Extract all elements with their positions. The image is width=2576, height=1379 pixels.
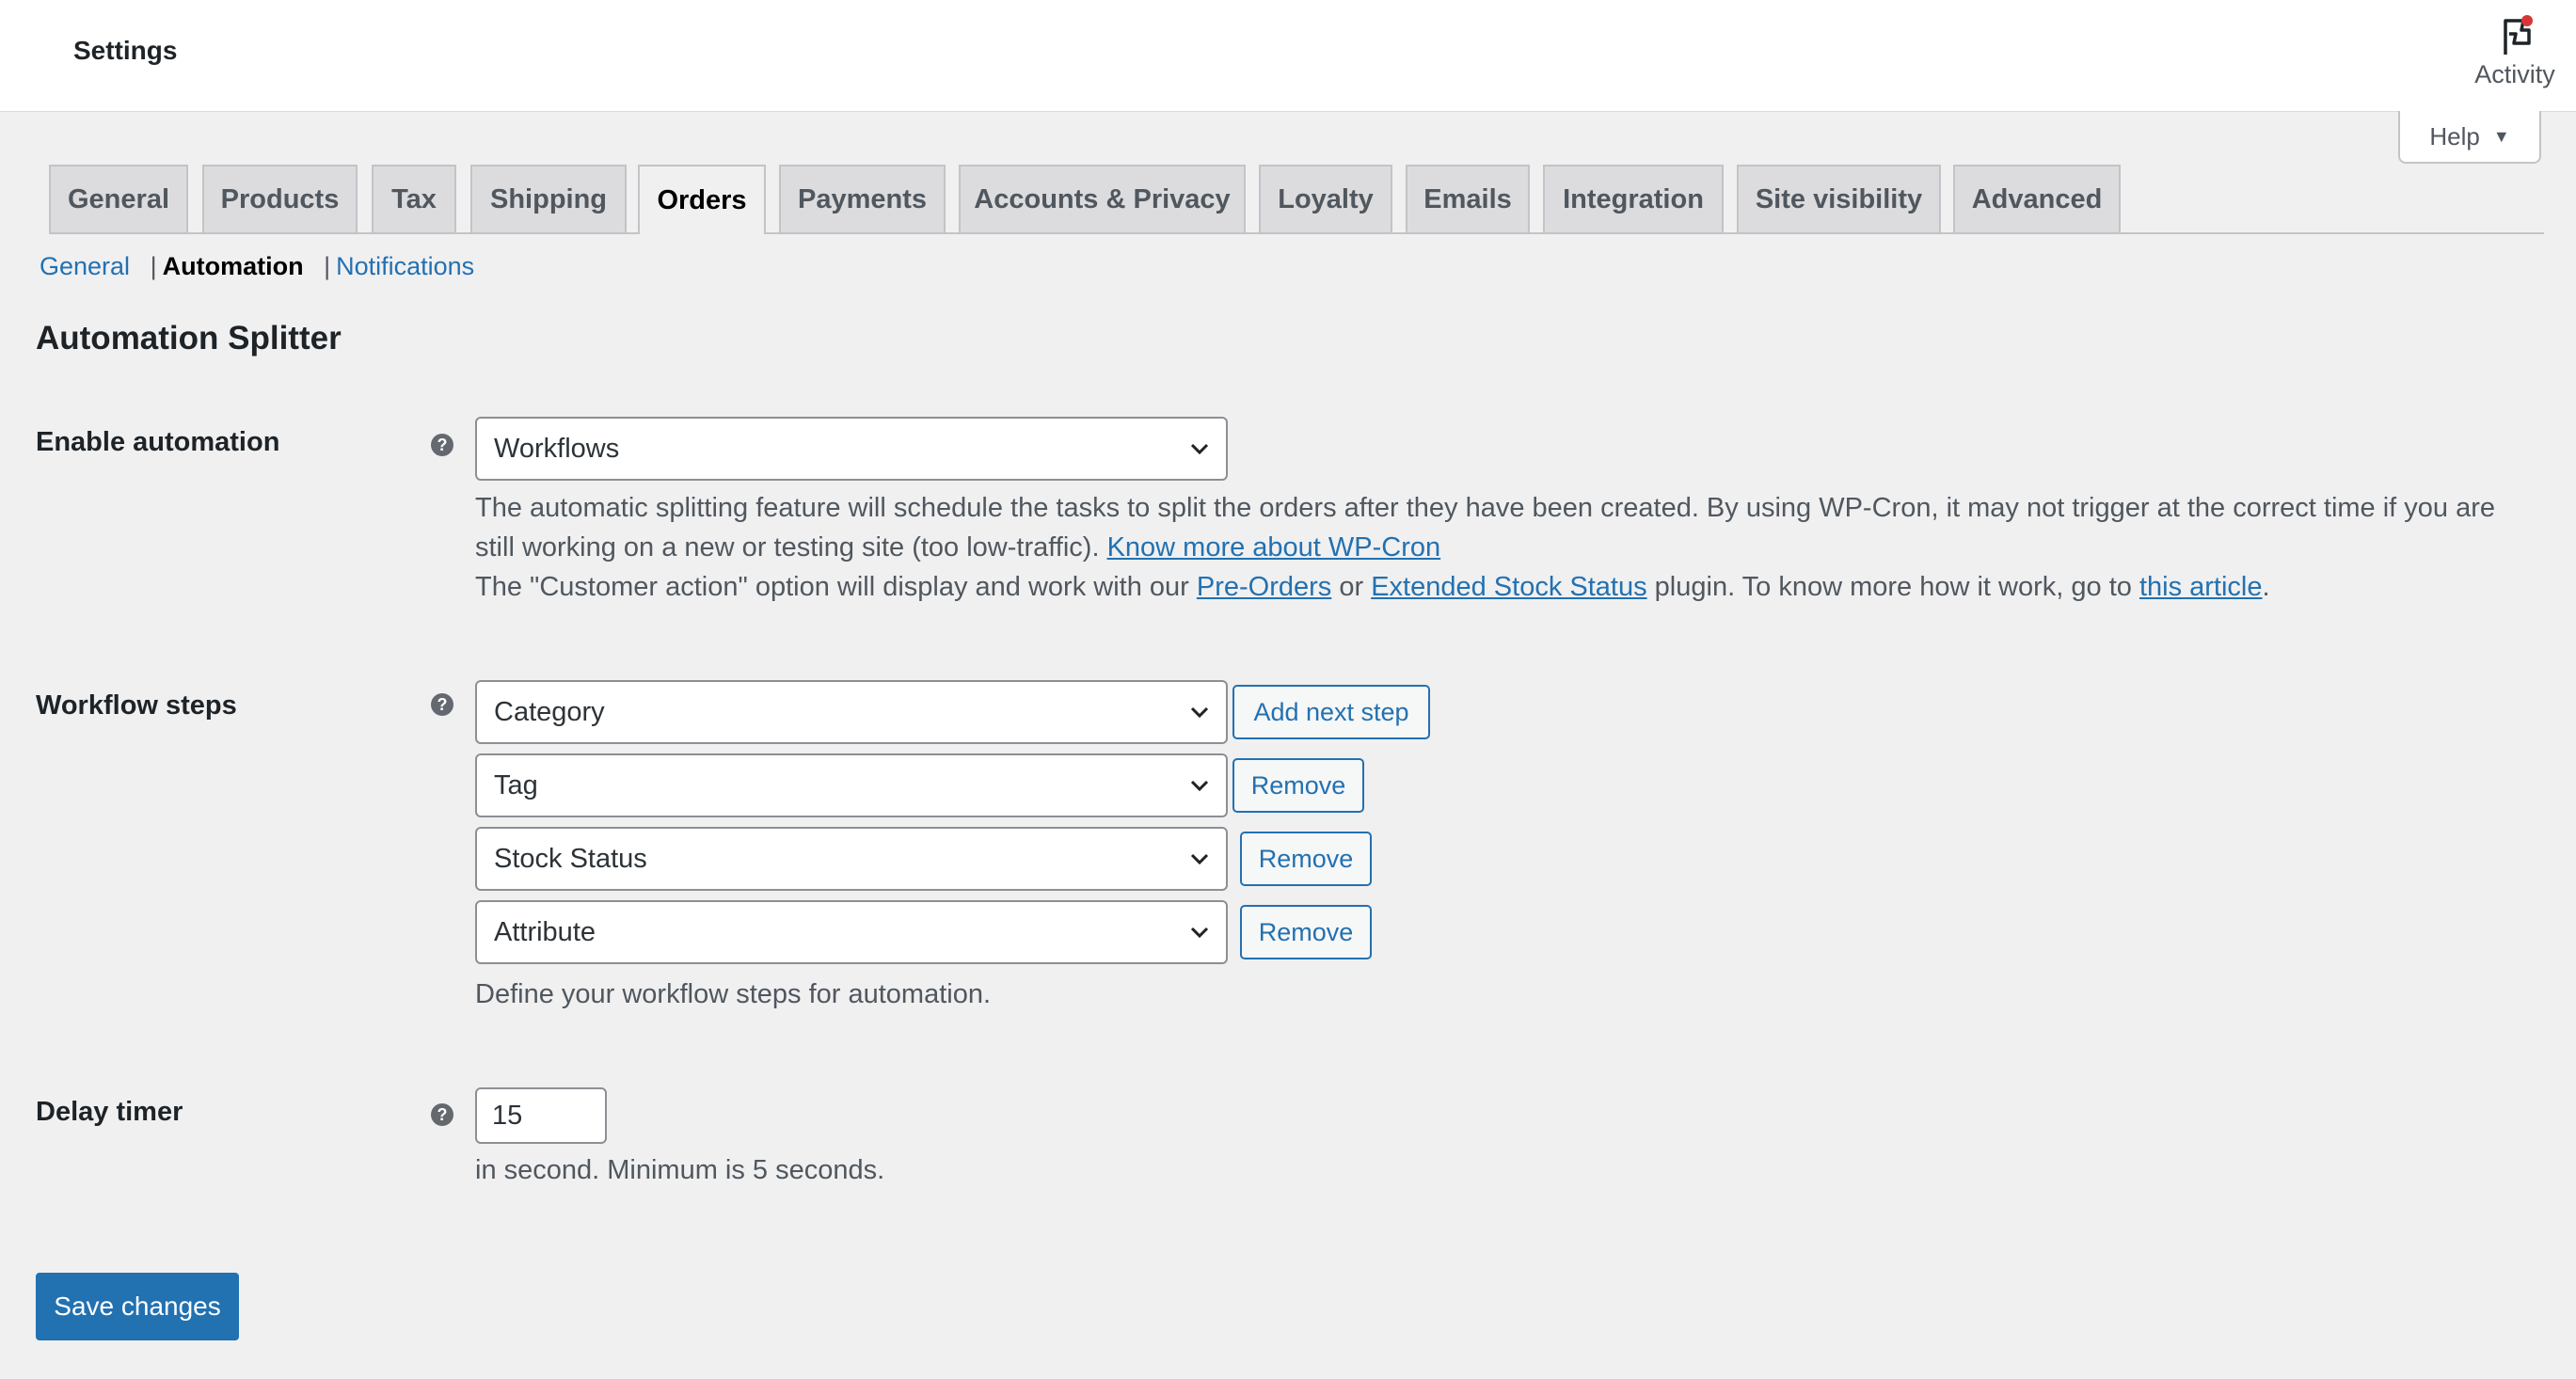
desc-line-2: still working on a new or testing site (… <box>475 532 1441 563</box>
save-changes-button[interactable]: Save changes <box>36 1273 239 1340</box>
tab-payments[interactable]: Payments <box>779 165 946 232</box>
flag-icon <box>2463 13 2567 58</box>
workflow-steps-description: Define your workflow steps for automatio… <box>475 979 992 1009</box>
enable-automation-select[interactable]: Workflows <box>475 417 1228 481</box>
extended-stock-status-link[interactable]: Extended Stock Status <box>1371 572 1646 602</box>
tab-general[interactable]: General <box>49 165 188 232</box>
workflow-step-select[interactable]: Stock Status <box>475 827 1228 891</box>
pre-orders-link[interactable]: Pre-Orders <box>1197 572 1331 602</box>
tab-site-visibility[interactable]: Site visibility <box>1737 165 1941 232</box>
tab-accounts-privacy[interactable]: Accounts & Privacy <box>959 165 1246 232</box>
chevron-down-icon <box>1190 780 1209 792</box>
workflow-steps-label: Workflow steps <box>36 690 237 721</box>
remove-step-button[interactable]: Remove <box>1240 905 1372 959</box>
workflow-step-select[interactable]: Category <box>475 680 1228 744</box>
this-article-link[interactable]: this article <box>2139 572 2263 602</box>
tab-orders[interactable]: Orders <box>638 165 766 234</box>
subnav-general[interactable]: General <box>40 252 130 280</box>
sub-navigation: General | Automation | Notifications <box>40 252 474 281</box>
tab-advanced[interactable]: Advanced <box>1953 165 2121 232</box>
page-header-title: Settings <box>73 36 178 65</box>
subnav-separator: | <box>150 252 157 280</box>
remove-step-button[interactable]: Remove <box>1232 758 1364 813</box>
subnav-notifications[interactable]: Notifications <box>336 252 474 280</box>
desc-line-3: The "Customer action" option will displa… <box>475 572 2270 602</box>
subnav-separator: | <box>324 252 331 280</box>
help-button[interactable]: Help ▼ <box>2398 111 2541 164</box>
tab-integration[interactable]: Integration <box>1543 165 1724 232</box>
help-tip-icon[interactable]: ? <box>431 434 453 456</box>
chevron-down-icon <box>1190 853 1209 865</box>
workflow-step-select[interactable]: Attribute <box>475 900 1228 964</box>
tab-shipping[interactable]: Shipping <box>470 165 627 232</box>
activity-button[interactable]: Activity <box>2463 13 2567 89</box>
enable-automation-description: The automatic splitting feature will sch… <box>475 488 2545 607</box>
tab-tax[interactable]: Tax <box>372 165 456 232</box>
chevron-down-icon <box>1190 706 1209 719</box>
delay-timer-label: Delay timer <box>36 1097 183 1127</box>
tab-loyalty[interactable]: Loyalty <box>1259 165 1392 232</box>
chevron-down-icon <box>1190 443 1209 455</box>
subnav-automation: Automation <box>162 252 304 280</box>
desc-line-1: The automatic splitting feature will sch… <box>475 493 2496 523</box>
enable-automation-value: Workflows <box>494 433 620 464</box>
settings-tabs: General Products Tax Shipping Orders Pay… <box>49 165 2544 234</box>
help-tip-icon[interactable]: ? <box>431 1103 453 1126</box>
chevron-down-icon <box>1190 927 1209 939</box>
delay-timer-input[interactable] <box>475 1087 607 1144</box>
help-label: Help <box>2429 121 2480 151</box>
caret-down-icon: ▼ <box>2492 126 2510 146</box>
workflow-step-select[interactable]: Tag <box>475 753 1228 817</box>
wp-cron-link[interactable]: Know more about WP-Cron <box>1107 532 1441 563</box>
help-tip-icon[interactable]: ? <box>431 693 453 716</box>
add-next-step-button[interactable]: Add next step <box>1232 685 1430 739</box>
tab-products[interactable]: Products <box>202 165 358 232</box>
delay-timer-description: in second. Minimum is 5 seconds. <box>475 1155 885 1185</box>
section-title: Automation Splitter <box>36 320 342 357</box>
tab-emails[interactable]: Emails <box>1406 165 1530 232</box>
activity-label: Activity <box>2474 60 2555 88</box>
top-bar: Settings Activity <box>0 0 2576 111</box>
enable-automation-label: Enable automation <box>36 427 280 457</box>
remove-step-button[interactable]: Remove <box>1240 832 1372 886</box>
